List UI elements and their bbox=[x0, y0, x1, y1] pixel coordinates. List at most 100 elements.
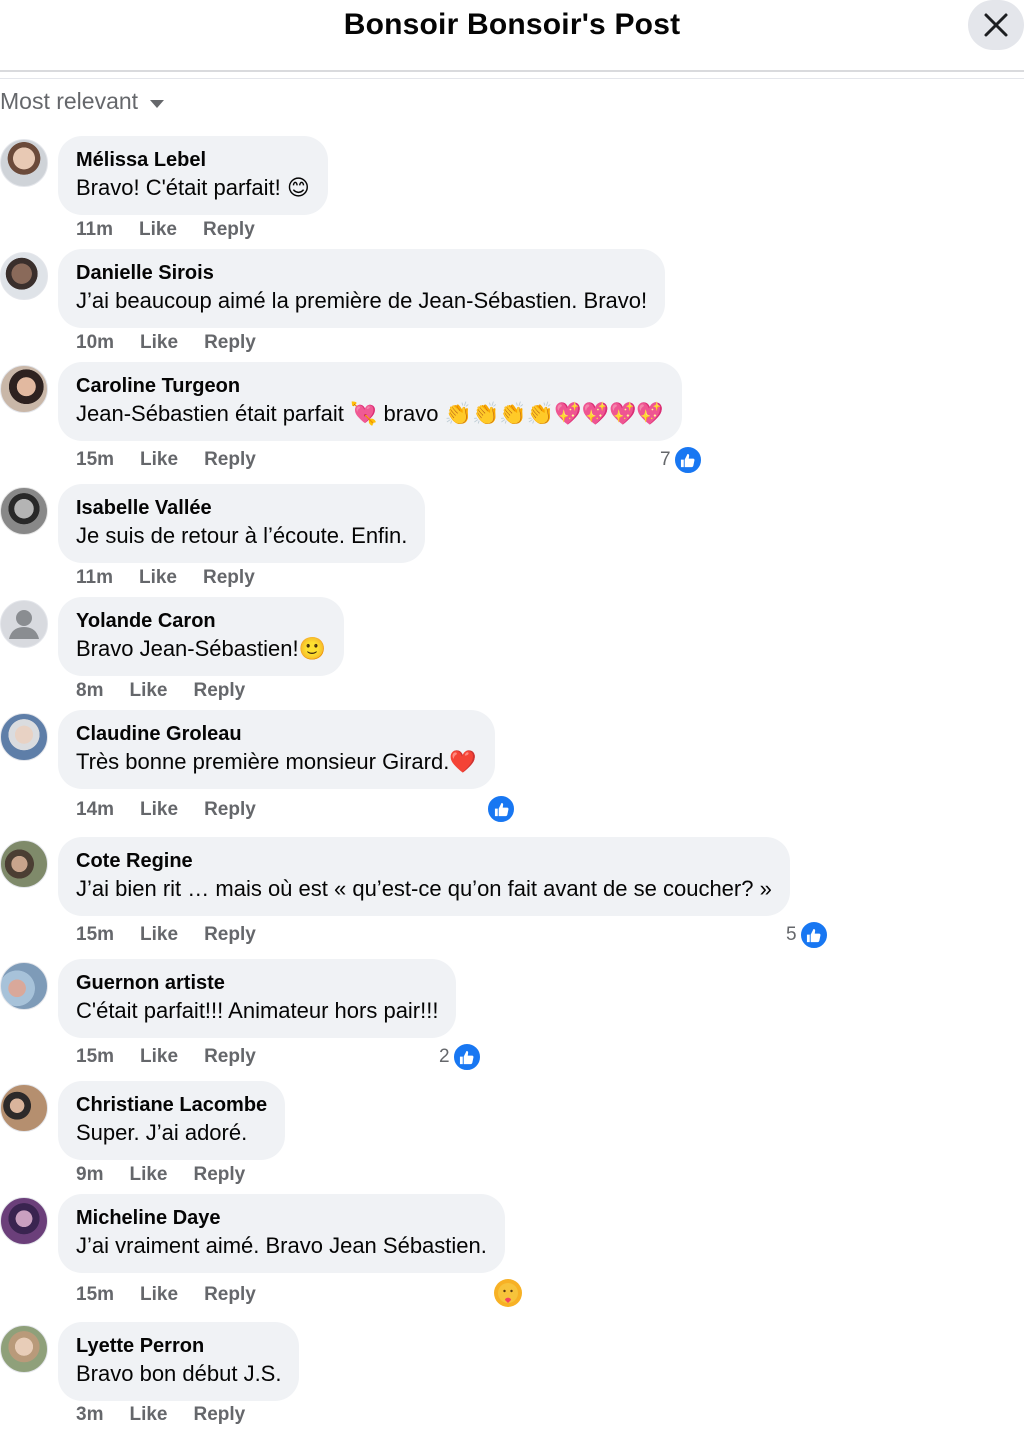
comment-author[interactable]: Isabelle Vallée bbox=[76, 495, 407, 521]
reaction-count[interactable]: 2 bbox=[439, 1042, 482, 1072]
caret-down-icon bbox=[150, 99, 165, 108]
sort-label: Most relevant bbox=[0, 88, 139, 114]
like-button[interactable]: Like bbox=[129, 1164, 167, 1186]
thumbs-up-icon bbox=[798, 920, 829, 950]
comment-time[interactable]: 15m bbox=[76, 1284, 114, 1306]
comment-text: Je suis de retour à l’écoute. Enfin. bbox=[76, 523, 408, 548]
like-button[interactable]: Like bbox=[140, 332, 178, 354]
comment-text: Bravo bon début J.S. bbox=[76, 1361, 282, 1386]
reply-button[interactable]: Reply bbox=[204, 1284, 256, 1306]
reply-button[interactable]: Reply bbox=[204, 449, 256, 471]
reply-button[interactable]: Reply bbox=[204, 332, 256, 354]
like-button[interactable]: Like bbox=[129, 1404, 167, 1426]
comment-author[interactable]: Caroline Turgeon bbox=[76, 373, 664, 399]
close-icon bbox=[984, 13, 1008, 37]
comment-time[interactable]: 15m bbox=[76, 449, 114, 471]
reaction-count[interactable]: 5 bbox=[786, 920, 829, 950]
comment-time[interactable]: 10m bbox=[76, 332, 114, 354]
comment-time[interactable]: 3m bbox=[76, 1404, 103, 1426]
comment-time[interactable]: 11m bbox=[76, 219, 113, 241]
avatar[interactable] bbox=[0, 139, 48, 187]
reply-button[interactable]: Reply bbox=[203, 219, 255, 241]
like-button[interactable]: Like bbox=[140, 799, 178, 821]
comment-author[interactable]: Christiane Lacombe bbox=[76, 1092, 267, 1118]
avatar[interactable] bbox=[0, 365, 48, 413]
comment-time[interactable]: 11m bbox=[76, 567, 113, 589]
like-button[interactable]: Like bbox=[140, 924, 178, 946]
reaction-count-value: 5 bbox=[786, 924, 797, 945]
reaction-count-value: 7 bbox=[660, 449, 671, 470]
comment-actions: 15m Like Reply bbox=[76, 1046, 282, 1068]
comment-actions: 9m Like Reply bbox=[76, 1164, 271, 1186]
comment-text: J’ai vraiment aimé. Bravo Jean Sébastien… bbox=[76, 1233, 487, 1258]
comment-actions: 11m Like Reply bbox=[76, 567, 281, 589]
comment-author[interactable]: Cote Regine bbox=[76, 848, 772, 874]
comment-author[interactable]: Micheline Daye bbox=[76, 1205, 487, 1231]
thumbs-up-icon bbox=[451, 1042, 482, 1072]
dialog-title: Bonsoir Bonsoir's Post bbox=[343, 8, 681, 41]
reaction-count[interactable] bbox=[494, 1279, 522, 1307]
like-button[interactable]: Like bbox=[139, 567, 177, 589]
thumbs-up-icon bbox=[672, 445, 703, 475]
avatar[interactable] bbox=[0, 252, 48, 300]
like-button[interactable]: Like bbox=[140, 1046, 178, 1068]
like-button[interactable]: Like bbox=[139, 219, 177, 241]
avatar[interactable] bbox=[0, 840, 48, 888]
comment-actions: 14m Like Reply bbox=[76, 799, 282, 821]
dialog-header: Bonsoir Bonsoir's Post bbox=[0, 0, 1024, 72]
avatar[interactable] bbox=[0, 962, 48, 1010]
avatar[interactable] bbox=[0, 713, 48, 761]
default-avatar-icon bbox=[9, 610, 39, 639]
thumbs-up-icon bbox=[486, 794, 516, 824]
comment-time[interactable]: 9m bbox=[76, 1164, 103, 1186]
comment-bubble: Claudine Groleau Très bonne première mon… bbox=[58, 710, 495, 789]
reply-button[interactable]: Reply bbox=[194, 1164, 246, 1186]
comment-author[interactable]: Mélissa Lebel bbox=[76, 147, 310, 173]
reaction-count[interactable] bbox=[484, 794, 516, 824]
comment-actions: 3m Like Reply bbox=[76, 1404, 271, 1426]
comment-actions: 15m Like Reply bbox=[76, 924, 282, 946]
comment-text: C'était parfait!!! Animateur hors pair!!… bbox=[76, 998, 439, 1023]
avatar[interactable] bbox=[0, 600, 48, 648]
comment-author[interactable]: Guernon artiste bbox=[76, 970, 438, 996]
reply-button[interactable]: Reply bbox=[204, 924, 256, 946]
comment-time[interactable]: 15m bbox=[76, 924, 114, 946]
comment-author[interactable]: Danielle Sirois bbox=[76, 260, 647, 286]
reply-button[interactable]: Reply bbox=[204, 799, 256, 821]
avatar[interactable] bbox=[0, 487, 48, 535]
comment-time[interactable]: 15m bbox=[76, 1046, 114, 1068]
comment-author[interactable]: Claudine Groleau bbox=[76, 721, 477, 747]
comment-bubble: Micheline Daye J’ai vraiment aimé. Bravo… bbox=[58, 1194, 505, 1273]
comment-text: Très bonne première monsieur Girard.❤️ bbox=[76, 749, 477, 774]
comment-text: Bravo Jean-Sébastien!🙂 bbox=[76, 636, 326, 661]
comment-bubble: Danielle Sirois J’ai beaucoup aimé la pr… bbox=[58, 249, 666, 328]
comment-bubble: Yolande Caron Bravo Jean-Sébastien!🙂 bbox=[58, 597, 344, 676]
reply-button[interactable]: Reply bbox=[204, 1046, 256, 1068]
comment-bubble: Christiane Lacombe Super. J’ai adoré. bbox=[58, 1081, 286, 1160]
comment-author[interactable]: Yolande Caron bbox=[76, 608, 326, 634]
comment-actions: 15m Like Reply bbox=[76, 449, 282, 471]
sort-dropdown[interactable]: Most relevant bbox=[0, 88, 165, 115]
comment-bubble: Caroline Turgeon Jean-Sébastien était pa… bbox=[58, 362, 682, 441]
like-button[interactable]: Like bbox=[129, 680, 167, 702]
like-button[interactable]: Like bbox=[140, 449, 178, 471]
avatar[interactable] bbox=[0, 1325, 48, 1373]
comment-text: Jean-Sébastien était parfait 💘 bravo 👏👏👏… bbox=[76, 401, 664, 426]
avatar[interactable] bbox=[0, 1197, 48, 1245]
close-button[interactable] bbox=[968, 0, 1024, 50]
comment-time[interactable]: 14m bbox=[76, 799, 114, 821]
comment-bubble: Cote Regine J’ai bien rit … mais où est … bbox=[58, 837, 790, 916]
reply-button[interactable]: Reply bbox=[194, 680, 246, 702]
comment-author[interactable]: Lyette Perron bbox=[76, 1333, 281, 1359]
reply-button[interactable]: Reply bbox=[203, 567, 255, 589]
comment-text: J’ai beaucoup aimé la première de Jean-S… bbox=[76, 288, 648, 313]
avatar[interactable] bbox=[0, 1084, 48, 1132]
reaction-count[interactable]: 7 bbox=[660, 445, 703, 475]
comment-time[interactable]: 8m bbox=[76, 680, 103, 702]
like-button[interactable]: Like bbox=[140, 1284, 178, 1306]
care-reaction-icon bbox=[494, 1279, 522, 1307]
comment-actions: 8m Like Reply bbox=[76, 680, 271, 702]
reply-button[interactable]: Reply bbox=[194, 1404, 246, 1426]
comment-bubble: Lyette Perron Bravo bon début J.S. bbox=[58, 1322, 300, 1401]
divider bbox=[0, 78, 1024, 79]
